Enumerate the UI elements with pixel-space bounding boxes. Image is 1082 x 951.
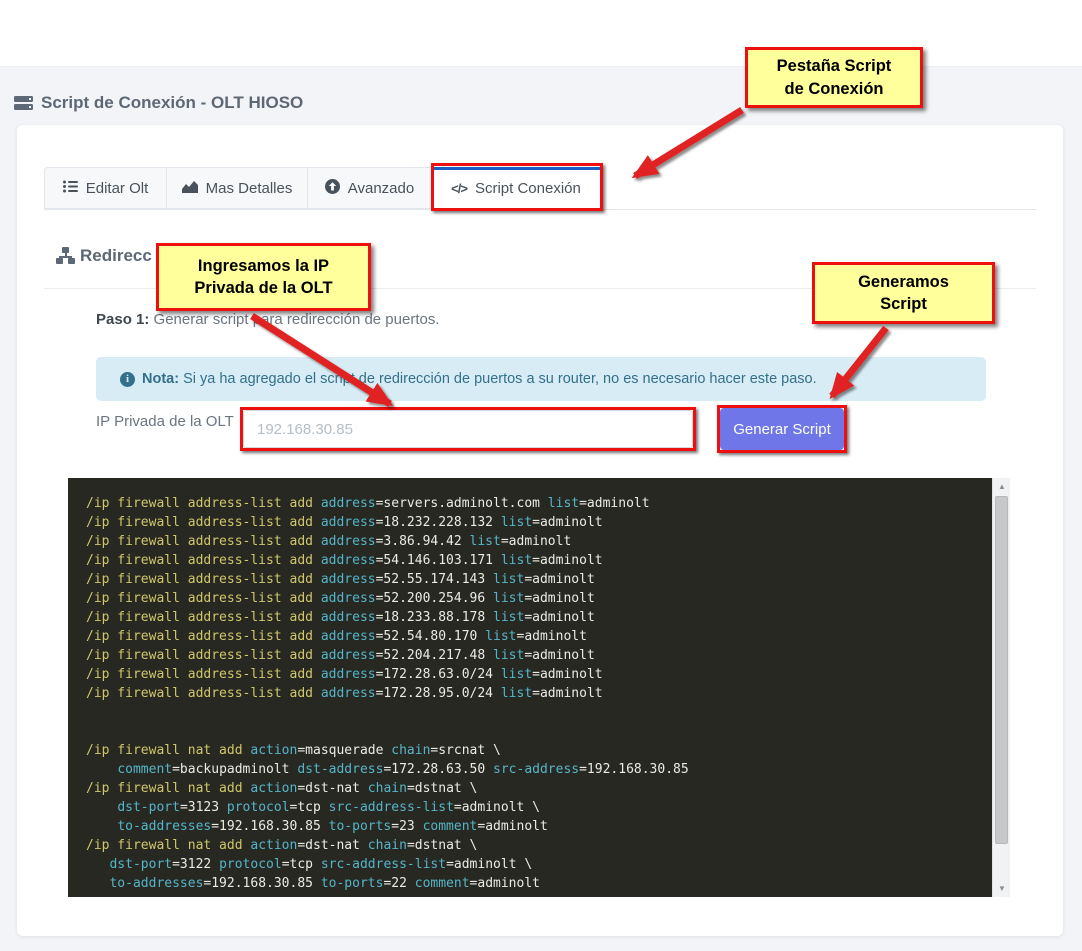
- scrollbar[interactable]: ▲ ▼: [992, 478, 1010, 897]
- sitemap-icon: [56, 247, 75, 264]
- code-line: [86, 703, 986, 722]
- arrow-circle-up-icon: [325, 179, 340, 198]
- scroll-down-icon[interactable]: ▼: [993, 880, 1010, 897]
- ip-field-label: IP Privada de la OLT: [96, 413, 234, 430]
- code-line: /ip firewall address-list add address=17…: [86, 665, 986, 684]
- code-line: [86, 722, 986, 741]
- server-icon: [14, 96, 33, 111]
- tab-editar-olt[interactable]: Editar Olt: [44, 167, 167, 209]
- code-line: /ip firewall address-list add address=se…: [86, 494, 986, 513]
- annotation-ip-callout: Ingresamos la IP Privada de la OLT: [156, 243, 371, 311]
- scrollbar-thumb[interactable]: [995, 496, 1008, 844]
- note-label: Nota:: [142, 371, 179, 387]
- code-line: /ip firewall address-list add address=52…: [86, 646, 986, 665]
- code-line: /ip firewall address-list add address=3.…: [86, 532, 986, 551]
- code-line: /ip firewall address-list add address=18…: [86, 608, 986, 627]
- tab-mas-detalles[interactable]: Mas Detalles: [167, 167, 308, 209]
- tab-label: Avanzado: [348, 180, 414, 197]
- code-line: dst-port=3122 protocol=tcp src-address-l…: [86, 855, 986, 874]
- code-line: /ip firewall address-list add address=52…: [86, 627, 986, 646]
- tab-label: Mas Detalles: [206, 180, 293, 197]
- section-heading: Redirecc: [80, 246, 152, 266]
- step-label: Paso 1:: [96, 311, 149, 328]
- info-icon: i: [120, 372, 135, 387]
- code-line: /ip firewall nat add action=dst-nat chai…: [86, 836, 986, 855]
- code-line: /ip firewall address-list add address=18…: [86, 513, 986, 532]
- code-line: /ip firewall address-list add address=54…: [86, 551, 986, 570]
- code-line: comment=backupadminolt dst-address=172.2…: [86, 760, 986, 779]
- code-line: to-addresses=192.168.30.85 to-ports=22 c…: [86, 874, 986, 893]
- annotation-generate-callout: Generamos Script: [812, 262, 995, 324]
- annotation-tab-callout: Pestaña Script de Conexión: [745, 47, 923, 108]
- list-icon: [63, 180, 78, 197]
- script-output[interactable]: /ip firewall address-list add address=se…: [68, 478, 1010, 897]
- tab-label: Editar Olt: [86, 180, 149, 197]
- page-title-row: Script de Conexión - OLT HIOSO: [14, 93, 303, 113]
- page-title: Script de Conexión - OLT HIOSO: [41, 93, 303, 113]
- ip-input-highlight: [240, 407, 696, 451]
- generate-script-button[interactable]: Generar Script: [720, 408, 844, 450]
- tab-highlight: [431, 163, 603, 211]
- generate-button-highlight: Generar Script: [717, 405, 847, 453]
- code-line: /ip firewall address-list add address=17…: [86, 684, 986, 703]
- script-output-lines: /ip firewall address-list add address=se…: [86, 494, 986, 893]
- scroll-up-icon[interactable]: ▲: [993, 478, 1010, 495]
- note-box: i Nota: Si ya ha agregado el script de r…: [96, 357, 986, 401]
- chart-area-icon: [182, 180, 198, 197]
- code-line: /ip firewall nat add action=dst-nat chai…: [86, 779, 986, 798]
- step-text: Paso 1: Generar script para redirección …: [96, 311, 440, 328]
- code-line: /ip firewall address-list add address=52…: [86, 570, 986, 589]
- code-line: dst-port=3123 protocol=tcp src-address-l…: [86, 798, 986, 817]
- code-line: /ip firewall nat add action=masquerade c…: [86, 741, 986, 760]
- ip-input[interactable]: [243, 410, 693, 448]
- code-line: to-addresses=192.168.30.85 to-ports=23 c…: [86, 817, 986, 836]
- tab-avanzado[interactable]: Avanzado: [308, 167, 432, 209]
- code-line: /ip firewall address-list add address=52…: [86, 589, 986, 608]
